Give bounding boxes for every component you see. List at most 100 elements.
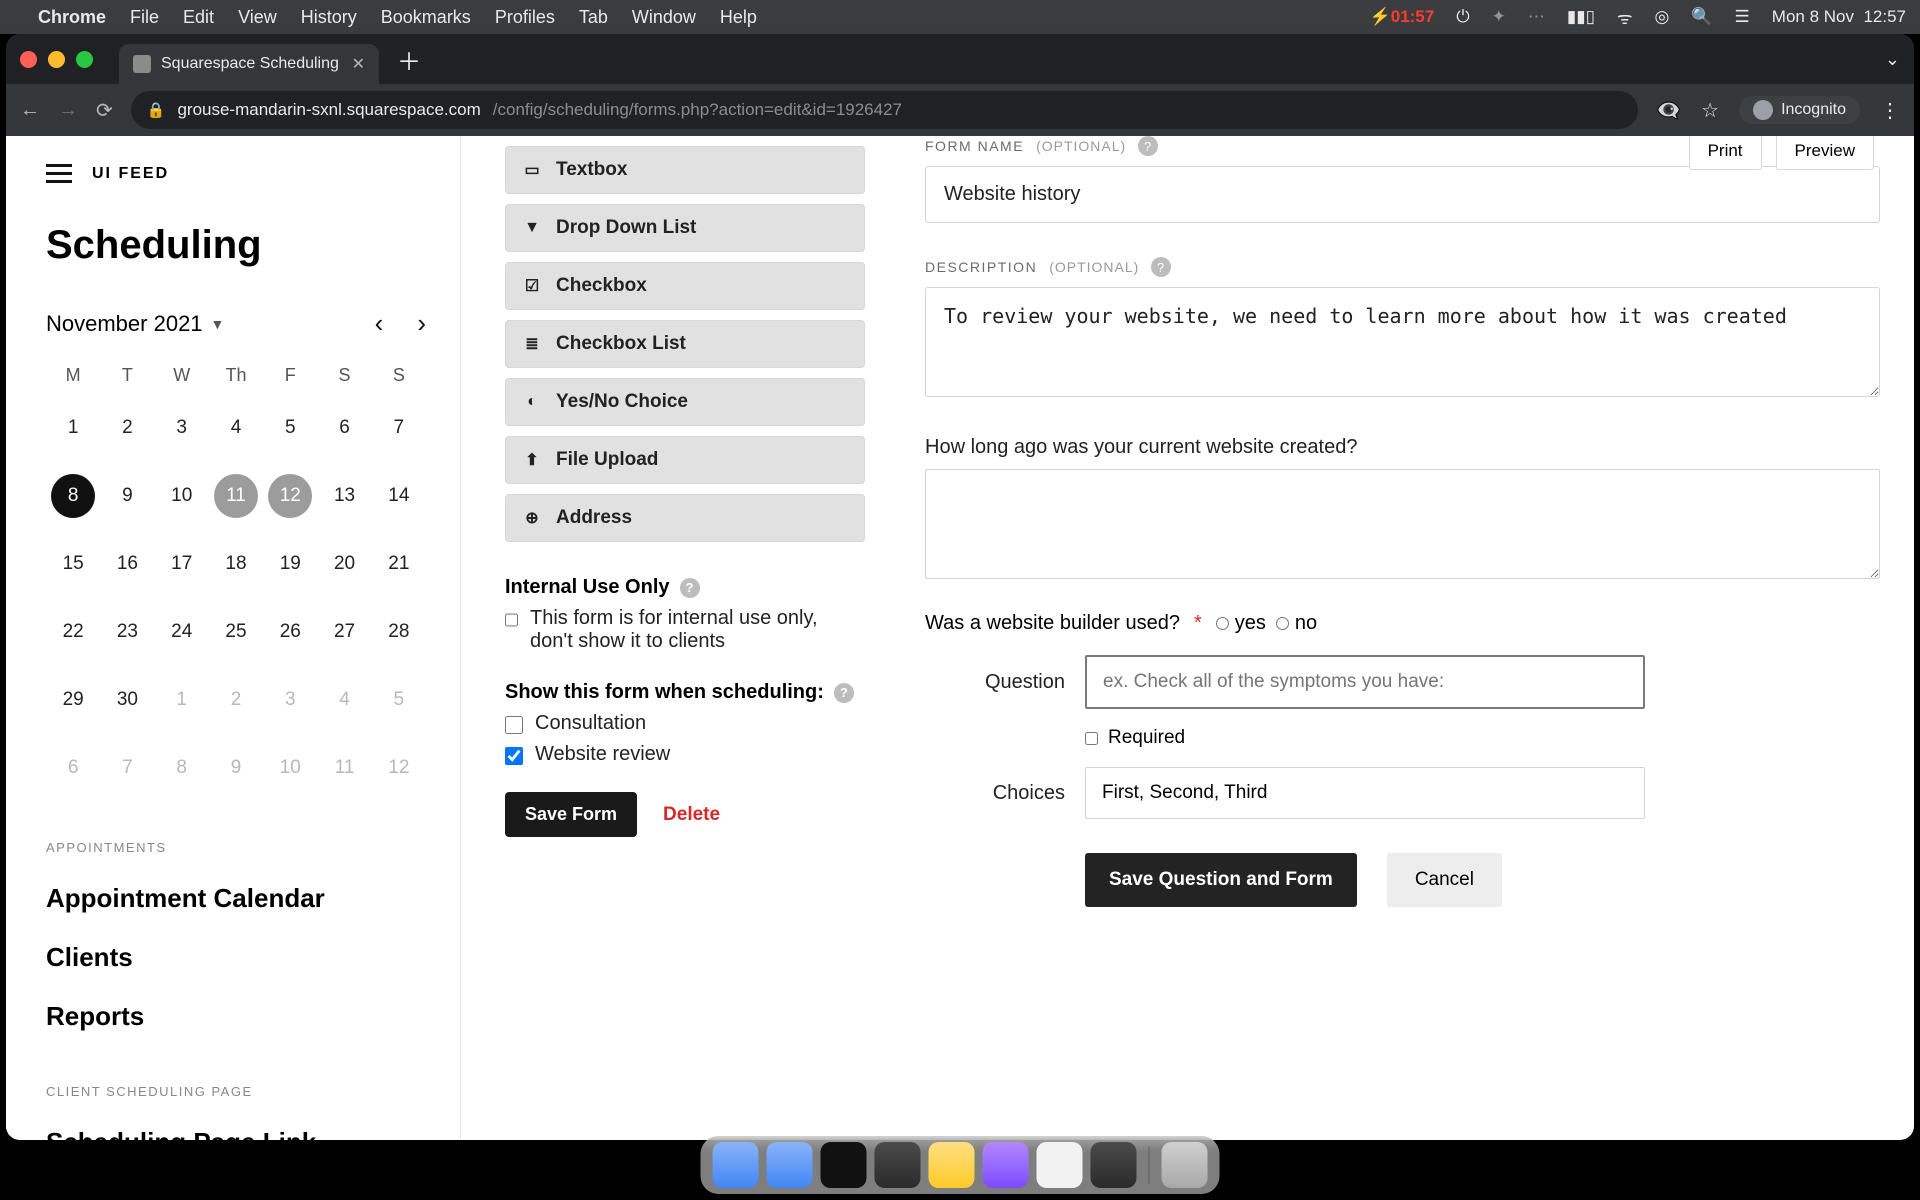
question-type-option[interactable]: ⬆File Upload [505, 436, 865, 484]
calendar-day[interactable]: 14 [372, 462, 426, 530]
question-type-option[interactable]: ≣Checkbox List [505, 320, 865, 368]
calendar-day[interactable]: 8 [155, 734, 209, 802]
window-controls[interactable] [20, 51, 93, 68]
dock-app-chrome[interactable] [767, 1142, 813, 1188]
calendar-day[interactable]: 3 [155, 394, 209, 462]
preview-button[interactable]: Preview [1776, 136, 1874, 170]
form-name-input[interactable] [925, 166, 1880, 223]
dock-app-notes[interactable] [929, 1142, 975, 1188]
calendar-day[interactable]: 10 [155, 462, 209, 530]
bookmark-star-icon[interactable]: ☆ [1701, 98, 1719, 123]
show-when-checkbox[interactable] [505, 716, 523, 734]
question-type-option[interactable]: ▭Textbox [505, 146, 865, 194]
dock-app-misc[interactable] [1037, 1142, 1083, 1188]
menu-tab[interactable]: Tab [579, 7, 608, 28]
main-area[interactable]: Print Preview ▭Textbox ▼Drop Down List ☑Ch… [461, 136, 1914, 1140]
lock-icon[interactable]: 🔒 [147, 101, 166, 119]
spotlight-icon[interactable]: 🔍 [1691, 7, 1712, 27]
chrome-menu-icon[interactable]: ⋮ [1880, 98, 1900, 123]
calendar-prev-icon[interactable]: ‹ [375, 308, 384, 339]
calendar-day[interactable]: 11 [317, 734, 371, 802]
calendar-day[interactable]: 12 [263, 462, 317, 530]
calendar-day[interactable]: 11 [209, 462, 263, 530]
menu-history[interactable]: History [301, 7, 357, 28]
menu-edit[interactable]: Edit [183, 7, 214, 28]
calendar-day[interactable]: 5 [263, 394, 317, 462]
cancel-button[interactable]: Cancel [1387, 853, 1502, 907]
wifi-icon[interactable]: ᯤ [1617, 6, 1633, 29]
show-when-option[interactable]: Website review [505, 743, 865, 766]
required-checkbox-row[interactable]: Required [1085, 727, 1880, 749]
calendar-day[interactable]: 9 [100, 462, 154, 530]
yes-radio[interactable] [1216, 617, 1229, 630]
calendar-day[interactable]: 5 [372, 666, 426, 734]
month-dropdown-icon[interactable]: ▼ [211, 316, 225, 332]
tracking-icon[interactable]: 👁‍🗨 [1656, 98, 1681, 123]
help-icon[interactable]: ? [1138, 136, 1158, 156]
menu-help[interactable]: Help [720, 7, 757, 28]
calendar-day[interactable]: 4 [209, 394, 263, 462]
calendar-day[interactable]: 8 [46, 462, 100, 530]
tab-close-icon[interactable]: ✕ [352, 54, 365, 74]
focus-icon[interactable]: ◎ [1655, 7, 1670, 27]
menu-file[interactable]: File [130, 7, 159, 28]
menu-bookmarks[interactable]: Bookmarks [381, 7, 471, 28]
menubar-clock[interactable]: 12:57 [1863, 7, 1906, 26]
calendar-day[interactable]: 9 [209, 734, 263, 802]
help-icon[interactable]: ? [834, 683, 854, 703]
sidebar-link[interactable]: Appointment Calendar [46, 869, 426, 928]
calendar-day[interactable]: 18 [209, 530, 263, 598]
dock-trash-icon[interactable] [1162, 1142, 1208, 1188]
menubar-app-name[interactable]: Chrome [38, 7, 106, 28]
dock-app-tool[interactable] [983, 1142, 1029, 1188]
calendar-next-icon[interactable]: › [417, 308, 426, 339]
calendar-day[interactable]: 21 [372, 530, 426, 598]
question-1-textarea[interactable] [925, 469, 1880, 579]
calendar-day[interactable]: 6 [317, 394, 371, 462]
question-input[interactable] [1085, 655, 1645, 709]
calendar-day[interactable]: 24 [155, 598, 209, 666]
status-icon-1[interactable]: ⏻ [1456, 7, 1469, 27]
battery-status-icon[interactable]: ⚡01:57 [1370, 7, 1435, 27]
calendar-day[interactable]: 2 [100, 394, 154, 462]
calendar-day[interactable]: 6 [46, 734, 100, 802]
save-form-button[interactable]: Save Form [505, 792, 637, 837]
question-type-option[interactable]: ☑Checkbox [505, 262, 865, 310]
calendar-day[interactable]: 2 [209, 666, 263, 734]
dock-app-terminal[interactable] [821, 1142, 867, 1188]
show-when-option[interactable]: Consultation [505, 712, 865, 735]
sidebar[interactable]: UI FEED Scheduling November 2021 ▼ ‹ › M… [6, 136, 461, 1140]
internal-use-checkbox[interactable] [505, 611, 518, 629]
question-type-option[interactable]: ◐Yes/No Choice [505, 378, 865, 426]
calendar-day[interactable]: 1 [155, 666, 209, 734]
calendar-day[interactable]: 19 [263, 530, 317, 598]
no-radio[interactable] [1276, 617, 1289, 630]
question-type-option[interactable]: ▼Drop Down List [505, 204, 865, 252]
control-center-icon[interactable]: ☰ [1735, 7, 1750, 27]
nav-forward-icon[interactable]: → [58, 99, 78, 122]
browser-tab[interactable]: Squarespace Scheduling ✕ [119, 44, 379, 84]
status-icon-2[interactable]: ✦ [1492, 7, 1506, 27]
no-option[interactable]: no [1276, 612, 1317, 635]
print-button[interactable]: Print [1689, 136, 1762, 170]
internal-use-checkbox-row[interactable]: This form is for internal use only, don'… [505, 607, 865, 653]
menu-view[interactable]: View [238, 7, 277, 28]
calendar-day[interactable]: 22 [46, 598, 100, 666]
calendar-day[interactable]: 28 [372, 598, 426, 666]
yes-option[interactable]: yes [1216, 612, 1266, 635]
calendar-day[interactable]: 10 [263, 734, 317, 802]
calendar-month-label[interactable]: November 2021 [46, 311, 203, 337]
calendar-day[interactable]: 7 [100, 734, 154, 802]
help-icon[interactable]: ? [680, 578, 700, 598]
calendar-day[interactable]: 17 [155, 530, 209, 598]
calendar-day[interactable]: 23 [100, 598, 154, 666]
required-checkbox[interactable] [1085, 732, 1098, 745]
tab-overflow-icon[interactable]: ⌄ [1885, 49, 1914, 70]
hamburger-icon[interactable] [46, 164, 72, 183]
new-tab-button[interactable]: ＋ [387, 42, 431, 77]
calendar-day[interactable]: 20 [317, 530, 371, 598]
calendar-day[interactable]: 1 [46, 394, 100, 462]
calendar-day[interactable]: 27 [317, 598, 371, 666]
show-when-checkbox[interactable] [505, 747, 523, 765]
incognito-chip[interactable]: Incognito [1739, 96, 1860, 124]
